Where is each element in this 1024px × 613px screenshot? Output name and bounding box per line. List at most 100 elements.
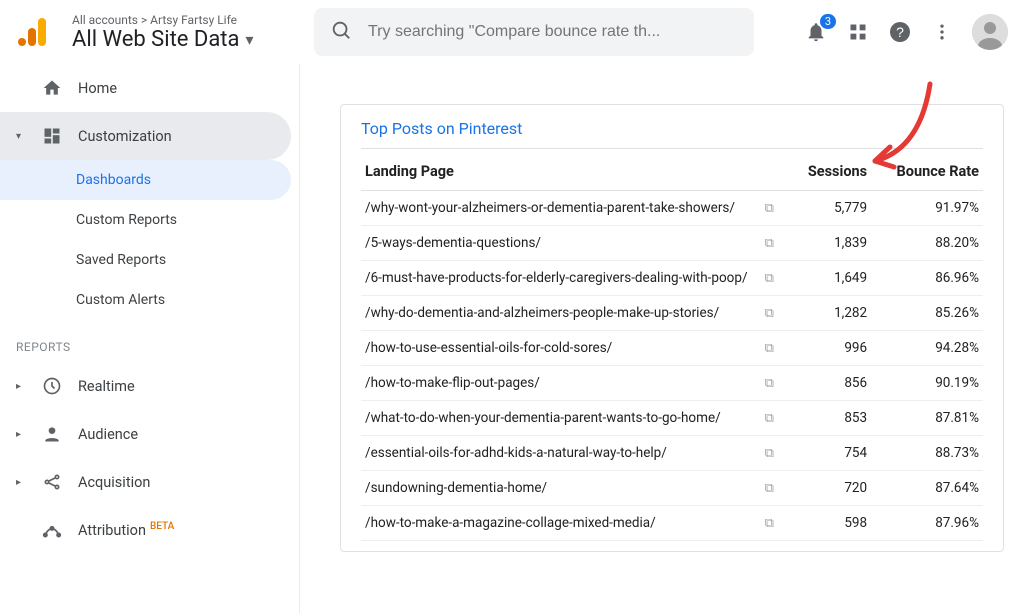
bounce-cell: 87.64% — [871, 471, 983, 506]
subnav-dashboards[interactable]: Dashboards — [0, 160, 291, 200]
bounce-cell: 88.20% — [871, 226, 983, 261]
bounce-cell: 87.96% — [871, 506, 983, 541]
landing-page-cell: /6-must-have-products-for-elderly-caregi… — [361, 261, 757, 296]
home-icon — [42, 78, 62, 98]
account-selector[interactable]: All accounts > Artsy Fartsy Life All Web… — [72, 13, 302, 52]
caret-right-icon: ▸ — [16, 381, 26, 392]
table-row[interactable]: /how-to-make-flip-out-pages/⧉85690.19% — [361, 366, 983, 401]
table-row[interactable]: /essential-oils-for-adhd-kids-a-natural-… — [361, 436, 983, 471]
landing-page-cell: /how-to-use-essential-oils-for-cold-sore… — [361, 331, 757, 366]
col-sessions[interactable]: Sessions — [788, 149, 871, 191]
sessions-cell: 5,779 — [788, 191, 871, 226]
nav-label: Customization — [78, 128, 275, 145]
beta-badge: BETA — [150, 521, 174, 532]
nav-acquisition[interactable]: ▸ Acquisition — [0, 458, 299, 506]
nav-label: Audience — [78, 426, 283, 443]
landing-page-cell: /how-to-make-flip-out-pages/ — [361, 366, 757, 401]
top-posts-card: Top Posts on Pinterest Landing Page Sess… — [340, 104, 1004, 552]
view-selector[interactable]: All Web Site Data ▾ — [72, 27, 302, 52]
open-link-icon[interactable]: ⧉ — [757, 366, 788, 401]
subnav-custom-reports[interactable]: Custom Reports — [0, 200, 299, 240]
sessions-cell: 853 — [788, 401, 871, 436]
nav-customization[interactable]: ▾ Customization — [0, 112, 291, 160]
analytics-logo-icon — [16, 14, 52, 50]
search-icon — [330, 19, 352, 45]
open-link-icon[interactable]: ⧉ — [757, 331, 788, 366]
svg-text:?: ? — [896, 24, 904, 40]
nav-home[interactable]: Home — [0, 64, 299, 112]
open-link-icon[interactable]: ⧉ — [757, 436, 788, 471]
caret-right-icon: ▸ — [16, 477, 26, 488]
nav-label: Acquisition — [78, 474, 283, 491]
posts-table: Landing Page Sessions Bounce Rate /why-w… — [361, 149, 983, 541]
sidebar: Home ▾ Customization Dashboards Custom R… — [0, 64, 300, 613]
bounce-cell: 94.28% — [871, 331, 983, 366]
caret-down-icon: ▾ — [245, 30, 253, 49]
subnav-custom-alerts[interactable]: Custom Alerts — [0, 280, 299, 320]
sessions-cell: 720 — [788, 471, 871, 506]
landing-page-cell: /essential-oils-for-adhd-kids-a-natural-… — [361, 436, 757, 471]
search-bar[interactable] — [314, 8, 754, 56]
bounce-cell: 87.81% — [871, 401, 983, 436]
landing-page-cell: /how-to-make-a-magazine-collage-mixed-me… — [361, 506, 757, 541]
share-icon — [42, 472, 62, 492]
dashboard-icon — [42, 126, 62, 146]
landing-page-cell: /5-ways-dementia-questions/ — [361, 226, 757, 261]
sessions-cell: 754 — [788, 436, 871, 471]
sessions-cell: 1,649 — [788, 261, 871, 296]
help-button[interactable]: ? — [888, 20, 912, 44]
nav-realtime[interactable]: ▸ Realtime — [0, 362, 299, 410]
col-bounce-rate[interactable]: Bounce Rate — [871, 149, 983, 191]
table-row[interactable]: /what-to-do-when-your-dementia-parent-wa… — [361, 401, 983, 436]
breadcrumb: All accounts > Artsy Fartsy Life — [72, 13, 302, 27]
open-link-icon[interactable]: ⧉ — [757, 401, 788, 436]
open-link-icon[interactable]: ⧉ — [757, 226, 788, 261]
person-icon — [42, 424, 62, 444]
sessions-cell: 1,282 — [788, 296, 871, 331]
card-title: Top Posts on Pinterest — [361, 119, 983, 149]
attribution-icon — [42, 520, 62, 540]
open-link-icon[interactable]: ⧉ — [757, 506, 788, 541]
sessions-cell: 1,839 — [788, 226, 871, 261]
bounce-cell: 90.19% — [871, 366, 983, 401]
caret-right-icon: ▸ — [16, 429, 26, 440]
table-row[interactable]: /how-to-make-a-magazine-collage-mixed-me… — [361, 506, 983, 541]
open-link-icon[interactable]: ⧉ — [757, 191, 788, 226]
col-landing-page[interactable]: Landing Page — [361, 149, 788, 191]
caret-down-icon: ▾ — [16, 131, 26, 142]
main-layout: Home ▾ Customization Dashboards Custom R… — [0, 64, 1024, 613]
nav-audience[interactable]: ▸ Audience — [0, 410, 299, 458]
landing-page-cell: /sundowning-dementia-home/ — [361, 471, 757, 506]
open-link-icon[interactable]: ⧉ — [757, 471, 788, 506]
table-row[interactable]: /why-wont-your-alzheimers-or-dementia-pa… — [361, 191, 983, 226]
landing-page-cell: /what-to-do-when-your-dementia-parent-wa… — [361, 401, 757, 436]
bounce-cell: 86.96% — [871, 261, 983, 296]
nav-attribution[interactable]: AttributionBETA — [0, 506, 299, 554]
bounce-cell: 85.26% — [871, 296, 983, 331]
nav-label: AttributionBETA — [78, 521, 283, 539]
subnav-saved-reports[interactable]: Saved Reports — [0, 240, 299, 280]
table-row[interactable]: /6-must-have-products-for-elderly-caregi… — [361, 261, 983, 296]
clock-icon — [42, 376, 62, 396]
open-link-icon[interactable]: ⧉ — [757, 296, 788, 331]
content-area: Top Posts on Pinterest Landing Page Sess… — [300, 64, 1024, 613]
table-row[interactable]: /5-ways-dementia-questions/⧉1,83988.20% — [361, 226, 983, 261]
app-header: All accounts > Artsy Fartsy Life All Web… — [0, 0, 1024, 64]
landing-page-cell: /why-do-dementia-and-alzheimers-people-m… — [361, 296, 757, 331]
user-avatar[interactable] — [972, 14, 1008, 50]
notifications-button[interactable]: 3 — [804, 20, 828, 44]
search-input[interactable] — [368, 23, 738, 41]
landing-page-cell: /why-wont-your-alzheimers-or-dementia-pa… — [361, 191, 757, 226]
apps-button[interactable] — [846, 20, 870, 44]
sessions-cell: 996 — [788, 331, 871, 366]
more-button[interactable] — [930, 20, 954, 44]
reports-section-label: REPORTS — [0, 320, 299, 362]
open-link-icon[interactable]: ⧉ — [757, 261, 788, 296]
bounce-cell: 88.73% — [871, 436, 983, 471]
sessions-cell: 598 — [788, 506, 871, 541]
table-row[interactable]: /sundowning-dementia-home/⧉72087.64% — [361, 471, 983, 506]
sessions-cell: 856 — [788, 366, 871, 401]
table-row[interactable]: /how-to-use-essential-oils-for-cold-sore… — [361, 331, 983, 366]
table-row[interactable]: /why-do-dementia-and-alzheimers-people-m… — [361, 296, 983, 331]
nav-label: Home — [78, 80, 283, 97]
